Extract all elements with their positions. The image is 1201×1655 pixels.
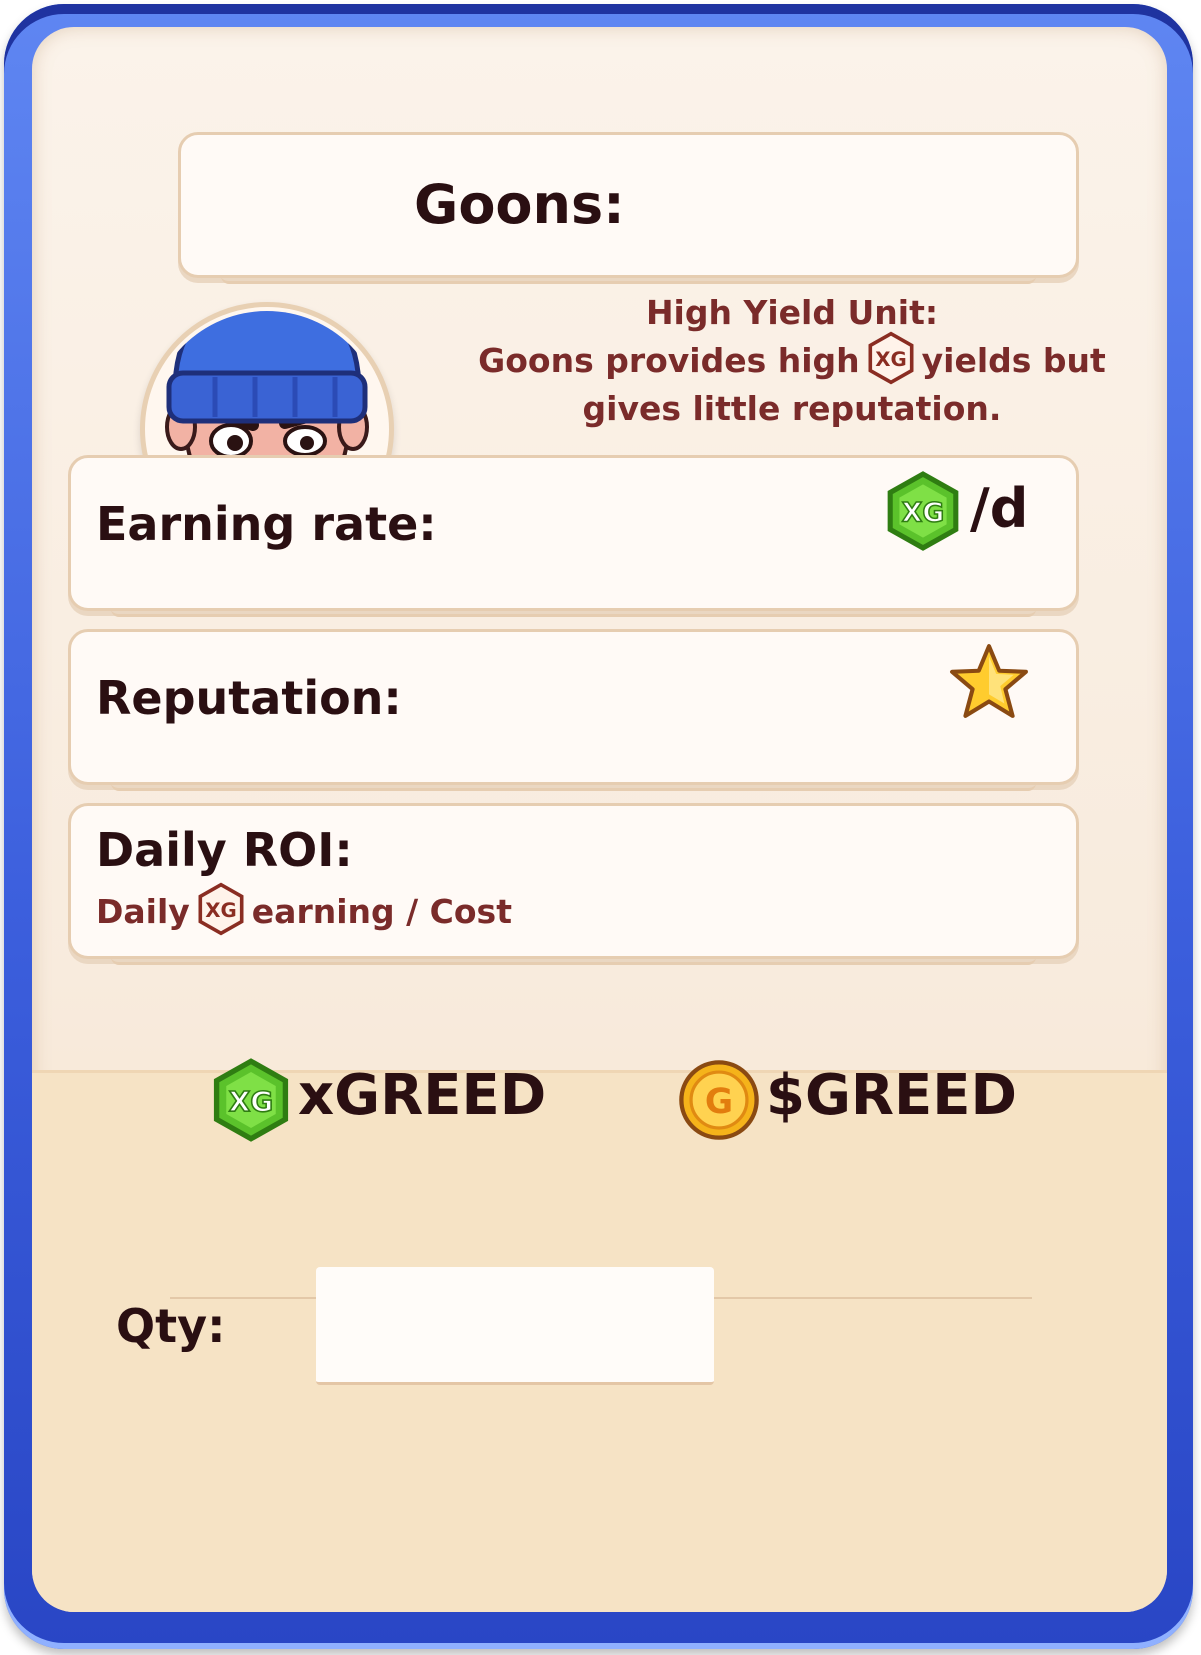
desc-text-part1: Goons provides high xyxy=(478,341,860,380)
unit-desc-line2: gives little reputation. xyxy=(582,389,1002,428)
unit-description: High Yield Unit: Goons provides high XG … xyxy=(462,289,1122,433)
greed-label: $GREED xyxy=(766,1063,1018,1128)
title-box xyxy=(178,132,1079,284)
xgreed-option[interactable]: XG xGREED xyxy=(208,1057,548,1143)
unit-desc-line1: Goons provides high XG yields but xyxy=(462,331,1122,385)
daily-roi-subtitle: Daily XG earning / Cost xyxy=(96,882,512,939)
qty-input[interactable] xyxy=(316,1267,714,1385)
unit-subtitle: High Yield Unit: xyxy=(645,293,939,332)
gold-coin-icon: G xyxy=(679,1060,759,1140)
desc-text-part2: yields but xyxy=(921,341,1106,380)
daily-roi-label: Daily ROI: xyxy=(96,823,353,877)
xg-token-outline-icon: XG xyxy=(868,331,914,384)
unit-title: Goons: xyxy=(414,173,625,236)
qty-label: Qty: xyxy=(116,1299,226,1353)
greed-option[interactable]: G $GREED xyxy=(676,1057,1026,1143)
xg-token-icon: XG xyxy=(213,1058,289,1142)
star-icon xyxy=(950,644,1028,718)
unit-card-panel: Goons: High Yield Unit: Goons provides h… xyxy=(32,27,1167,1612)
xgreed-label: xGREED xyxy=(298,1063,547,1128)
svg-text:XG: XG xyxy=(229,1085,273,1118)
svg-text:XG: XG xyxy=(902,497,944,528)
svg-text:XG: XG xyxy=(205,899,237,922)
svg-text:XG: XG xyxy=(875,348,907,371)
xg-token-icon: XG xyxy=(887,471,959,551)
earning-rate-label: Earning rate: xyxy=(96,497,437,551)
svg-text:G: G xyxy=(705,1082,733,1122)
roi-sub-part1: Daily xyxy=(96,892,190,931)
reputation-label: Reputation: xyxy=(96,671,402,725)
roi-sub-part2: earning / Cost xyxy=(251,892,512,931)
xg-token-outline-icon: XG xyxy=(198,882,244,935)
earning-rate-suffix: /d xyxy=(970,477,1029,540)
